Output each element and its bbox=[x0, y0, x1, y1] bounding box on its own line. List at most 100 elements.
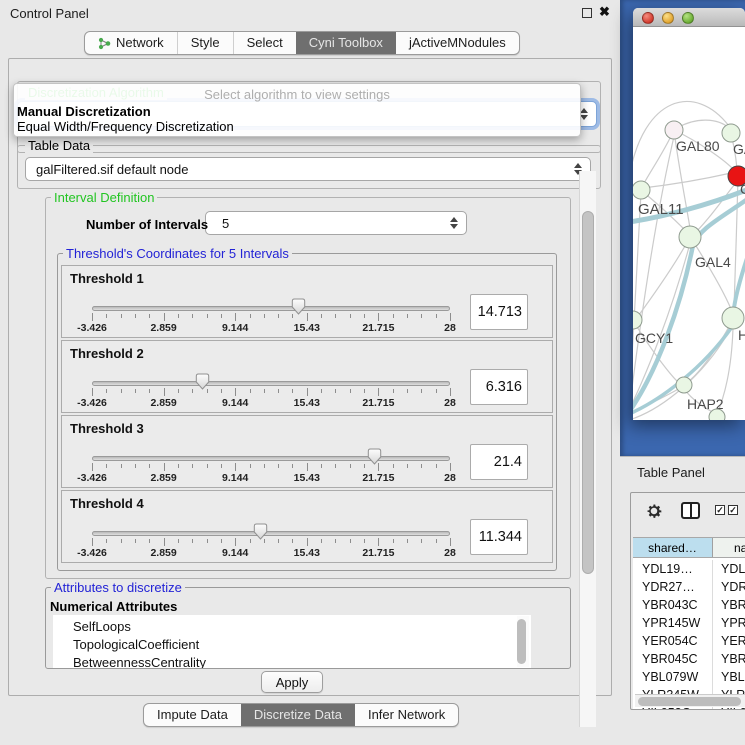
thresholds-group-label: Threshold's Coordinates for 5 Intervals bbox=[63, 246, 292, 261]
slider-thumb[interactable] bbox=[195, 373, 210, 390]
tab-label: Infer Network bbox=[368, 704, 445, 726]
cell-name: YBR0 bbox=[713, 596, 745, 614]
slider-ticks bbox=[92, 313, 450, 322]
node-label-gal4: GAL4 bbox=[695, 254, 731, 270]
column-header-na[interactable]: na bbox=[713, 538, 745, 557]
slider-thumb[interactable] bbox=[253, 523, 268, 540]
pane-scrollbar[interactable] bbox=[579, 171, 596, 727]
table-row[interactable]: YBL079WYBL0 bbox=[633, 668, 745, 686]
tab-label: Network bbox=[116, 32, 164, 54]
attribute-item-selfloops[interactable]: SelfLoops bbox=[53, 618, 531, 636]
close-icon[interactable]: ✖ bbox=[599, 4, 610, 20]
attribute-item-topologicalcoefficient[interactable]: TopologicalCoefficient bbox=[53, 636, 531, 654]
threshold-rows: Threshold 1 -3.4262.8599.14415.4321.71528… bbox=[57, 253, 557, 571]
app-root: Control Panel ✖ Network Style SelectCyni T… bbox=[0, 0, 745, 745]
attributes-scrollbar-thumb[interactable] bbox=[517, 619, 526, 664]
threshold-row-1: Threshold 1-3.4262.8599.14415.4321.71528… bbox=[61, 265, 553, 338]
slider-track[interactable] bbox=[92, 381, 450, 386]
tab-select[interactable]: Select bbox=[233, 32, 296, 54]
attribute-items: SelfLoopsTopologicalCoefficientBetweenne… bbox=[53, 615, 531, 668]
threshold-value-field[interactable]: 14.713 bbox=[470, 294, 528, 330]
column-header-shared[interactable]: shared… bbox=[633, 538, 713, 557]
table-row[interactable]: YBR045CYBR0 bbox=[633, 650, 745, 668]
dropdown-option-manual-discretization[interactable]: Manual Discretization bbox=[17, 104, 577, 119]
network-edge[interactable] bbox=[636, 239, 689, 319]
tab-style[interactable]: Style bbox=[177, 32, 233, 54]
network-graph[interactable]: GAL80GACGAL11GAL4GCY1HHAP2 bbox=[633, 28, 745, 420]
network-edge[interactable] bbox=[643, 173, 731, 188]
table-row[interactable]: YBR043CYBR0 bbox=[633, 596, 745, 614]
zoom-traffic-light-icon[interactable] bbox=[682, 12, 694, 24]
attributes-scrollbar[interactable] bbox=[517, 616, 529, 667]
slider-track[interactable] bbox=[92, 456, 450, 461]
node-label-gal80: GAL80 bbox=[676, 138, 720, 154]
threshold-value-field[interactable]: 6.316 bbox=[470, 369, 528, 405]
slider-track[interactable] bbox=[92, 306, 450, 311]
tab-infer-network[interactable]: Infer Network bbox=[355, 704, 458, 726]
tab-label: jActiveMNodules bbox=[409, 32, 506, 54]
checkbox-icon[interactable]: ✓ bbox=[715, 505, 725, 515]
slider-track[interactable] bbox=[92, 531, 450, 536]
threshold-label: Threshold 4 bbox=[70, 496, 144, 511]
interval-definition-label: Interval Definition bbox=[51, 190, 157, 205]
network-edge[interactable] bbox=[633, 132, 675, 396]
table-hscrollbar-thumb[interactable] bbox=[638, 697, 741, 706]
numerical-attributes-list[interactable]: SelfLoopsTopologicalCoefficientBetweenne… bbox=[53, 615, 531, 668]
tab-jactivemnodules[interactable]: jActiveMNodules bbox=[396, 32, 519, 54]
gear-icon[interactable] bbox=[645, 502, 663, 520]
tab-cyni-toolbox[interactable]: Cyni Toolbox bbox=[296, 32, 396, 54]
minimize-traffic-light-icon[interactable] bbox=[662, 12, 674, 24]
table-row[interactable]: YDL19…YDL1 bbox=[633, 560, 745, 578]
slider-thumb[interactable] bbox=[291, 298, 306, 315]
network-node-node-bottom[interactable] bbox=[709, 409, 725, 420]
table-panel-box: ✓ ✓ shared…na YDL19…YDL1YDR27…YDR2YBR043… bbox=[630, 492, 745, 710]
network-node-ga[interactable] bbox=[722, 124, 740, 142]
split-view-icon[interactable] bbox=[681, 502, 700, 519]
top-tab-bar: Network Style SelectCyni Toolbox jActiveMNo… bbox=[84, 31, 520, 55]
network-node-gal4[interactable] bbox=[679, 226, 701, 248]
checkbox-icon[interactable]: ✓ bbox=[728, 505, 738, 515]
node-label-gcy1: GCY1 bbox=[635, 330, 673, 346]
slider-ticks bbox=[92, 463, 450, 472]
threshold-label: Threshold 2 bbox=[70, 346, 144, 361]
table-hscrollbar[interactable] bbox=[635, 694, 745, 707]
tab-discretize-data[interactable]: Discretize Data bbox=[241, 704, 355, 726]
tab-impute-data[interactable]: Impute Data bbox=[144, 704, 241, 726]
cell-name: YBL0 bbox=[713, 668, 745, 686]
network-node-hap2[interactable] bbox=[676, 377, 692, 393]
attribute-item-betweennesscentrality[interactable]: BetweennessCentrality bbox=[53, 654, 531, 668]
slider-thumb[interactable] bbox=[367, 448, 382, 465]
tab-label: Style bbox=[191, 32, 220, 54]
table-row[interactable]: YER054CYER0 bbox=[633, 632, 745, 650]
network-window[interactable]: GAL80GACGAL11GAL4GCY1HHAP2 bbox=[633, 8, 745, 420]
control-panel: Control Panel ✖ Network Style SelectCyni T… bbox=[0, 0, 620, 745]
network-node-h[interactable] bbox=[722, 307, 744, 329]
dropdown-hint: Select algorithm to view settings bbox=[14, 87, 580, 102]
apply-button[interactable]: Apply bbox=[261, 671, 323, 693]
dropdown-option-equal-width-frequency-discretization[interactable]: Equal Width/Frequency Discretization bbox=[17, 119, 577, 134]
network-node-gal80[interactable] bbox=[665, 121, 683, 139]
table-row[interactable]: YDR27…YDR2 bbox=[633, 578, 745, 596]
table-data-value: galFiltered.sif default node bbox=[36, 162, 188, 177]
slider-ticks bbox=[92, 388, 450, 397]
tab-network[interactable]: Network bbox=[85, 32, 177, 54]
num-intervals-spinner[interactable]: 5 bbox=[205, 211, 467, 235]
network-node-gal11[interactable] bbox=[633, 181, 650, 199]
float-window-icon[interactable] bbox=[582, 8, 592, 18]
pane-scrollbar-thumb[interactable] bbox=[582, 211, 594, 574]
close-traffic-light-icon[interactable] bbox=[642, 12, 654, 24]
algorithm-dropdown-popup: Select algorithm to view settings Manual… bbox=[13, 83, 581, 137]
table-toolbar: ✓ ✓ bbox=[631, 493, 745, 537]
numerical-attributes-label: Numerical Attributes bbox=[47, 599, 180, 614]
node-table[interactable]: shared…na YDL19…YDL1YDR27…YDR2YBR043CYBR… bbox=[633, 537, 745, 709]
tab-label: Discretize Data bbox=[254, 704, 342, 726]
control-panel-titlebar: Control Panel ✖ bbox=[0, 0, 620, 26]
threshold-value-field[interactable]: 21.4 bbox=[470, 444, 528, 480]
cell-shared-name: YPR145W bbox=[633, 614, 713, 632]
table-data-combobox[interactable]: galFiltered.sif default node bbox=[25, 157, 591, 181]
table-row[interactable]: YPR145WYPR1 bbox=[633, 614, 745, 632]
threshold-value-field[interactable]: 11.344 bbox=[470, 519, 528, 555]
slider-tick-labels: -3.4262.8599.14415.4321.71528 bbox=[92, 547, 450, 559]
threshold-label: Threshold 1 bbox=[70, 271, 144, 286]
network-edge[interactable] bbox=[691, 238, 731, 309]
